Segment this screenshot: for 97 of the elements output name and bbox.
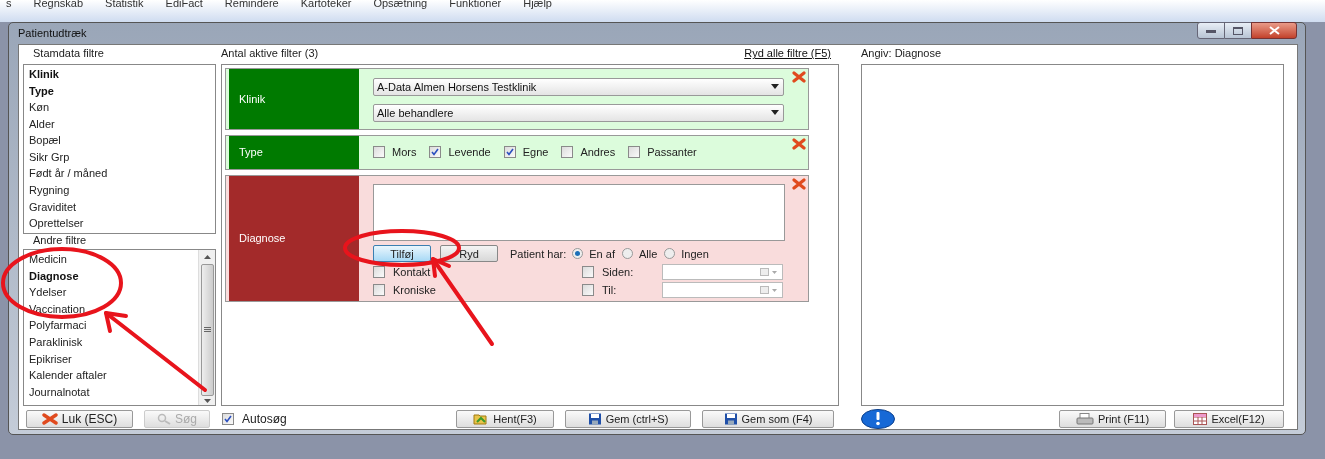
checkbox-label: Passanter (647, 145, 697, 161)
menu-item[interactable]: Statistik (105, 0, 144, 9)
list-item[interactable]: Køn (29, 99, 50, 116)
caret-icon (771, 110, 779, 116)
radio-label: Alle (638, 246, 658, 262)
toolbar-button[interactable]: Gem (ctrl+S) (565, 410, 691, 429)
close-button[interactable]: Luk (ESC) (26, 410, 133, 429)
list-item[interactable]: Type (29, 82, 54, 100)
checkbox[interactable] (373, 265, 385, 278)
menu-item[interactable]: Funktioner (449, 0, 502, 9)
filter-label: Type (229, 135, 359, 169)
list-item[interactable]: Ydelser (29, 284, 67, 301)
field-label: Patient har: (510, 246, 567, 262)
dropdown[interactable]: A-Data Almen Horsens Testklinik (373, 77, 784, 96)
delete-icon[interactable] (792, 137, 806, 150)
active-filter-count: Antal aktive filter (3) (221, 46, 319, 62)
section-label: Andre filtre (33, 233, 87, 249)
list-item[interactable]: Født år / måned (29, 165, 108, 183)
dropdown[interactable]: Alle behandlere (373, 103, 784, 122)
list-item[interactable]: Oprettelser (29, 215, 84, 232)
calendar-dropdown-icon (760, 267, 778, 276)
toolbar-button[interactable]: Gem som (F4) (702, 410, 834, 429)
checkbox-label: Til: (602, 282, 617, 298)
checkbox-label: Egne (522, 145, 549, 161)
maximize-icon (1233, 26, 1243, 35)
list-item[interactable]: Graviditet (29, 198, 77, 216)
menu-item[interactable]: EdiFact (165, 0, 203, 9)
checkbox[interactable] (373, 146, 385, 159)
radio-button[interactable] (621, 248, 633, 260)
caret-icon (771, 84, 779, 90)
spreadsheet-icon (1193, 413, 1208, 425)
close-button[interactable] (1251, 22, 1297, 39)
date-field[interactable] (662, 263, 783, 280)
menu-item[interactable]: Opsætning (373, 0, 428, 9)
radio-label: Ingen (681, 246, 709, 262)
calendar-dropdown-icon (760, 285, 778, 294)
checkbox[interactable] (222, 413, 234, 426)
checkbox-label: Andres (580, 145, 616, 161)
delete-icon[interactable] (792, 177, 806, 190)
list-item[interactable]: Rygning (29, 182, 70, 199)
printer-icon (1075, 413, 1094, 425)
list-item[interactable]: Paraklinisk (29, 333, 83, 351)
diagnosis-input-field[interactable] (373, 183, 785, 241)
close-icon (1268, 26, 1280, 35)
window-title: Patientudtræk (18, 26, 87, 42)
list-item[interactable]: Polyfarmaci (29, 317, 87, 334)
menu-item[interactable]: Hjælp (523, 0, 552, 9)
info-icon[interactable] (861, 409, 895, 429)
checkbox[interactable] (582, 283, 594, 296)
scrollbar[interactable] (198, 249, 215, 406)
search-icon (157, 413, 171, 426)
radio-button[interactable] (572, 248, 584, 260)
list-item[interactable]: Journalnotat (29, 383, 90, 401)
checkbox[interactable] (561, 146, 574, 159)
grip-icon (203, 327, 211, 333)
radio-label: En af (589, 246, 615, 262)
list-item[interactable]: Bopæl (29, 132, 61, 149)
date-field[interactable] (662, 281, 783, 298)
folder-icon (473, 413, 490, 426)
delete-icon[interactable] (792, 70, 806, 83)
checkbox-label: Siden: (602, 264, 634, 280)
checkbox-label: Kontakt (393, 264, 431, 280)
minimize-button[interactable] (1197, 22, 1225, 39)
checkbox-label: Autosøg (242, 411, 287, 429)
checkbox-label: Mors (392, 145, 417, 161)
checkbox[interactable] (582, 265, 594, 278)
maximize-button[interactable] (1225, 22, 1251, 39)
section-label: Stamdata filtre (33, 46, 104, 62)
checkbox-label: Levende (448, 145, 491, 161)
toolbar-button[interactable]: Print (F11) (1059, 410, 1166, 428)
panel-title: Angiv: Diagnose (861, 46, 942, 62)
list-item[interactable]: Diagnose (29, 267, 79, 285)
list-item[interactable]: Kalender aftaler (29, 367, 107, 384)
checkbox[interactable] (429, 146, 442, 159)
list-item[interactable]: Medicin (29, 250, 67, 268)
list-item[interactable]: Alder (29, 115, 55, 133)
filter-label: Diagnose (229, 175, 359, 301)
checkbox[interactable] (628, 146, 641, 159)
checkbox[interactable] (503, 146, 516, 159)
close-icon (41, 413, 58, 426)
list-item[interactable]: Klinik (29, 65, 59, 83)
menu-item[interactable]: Kartoteker (300, 0, 352, 9)
radio-button[interactable] (664, 248, 676, 260)
list-item[interactable]: Epikriser (29, 350, 72, 368)
menu-item[interactable]: Remindere (224, 0, 279, 9)
filter-label: Klinik (229, 68, 359, 129)
toolbar-button[interactable]: Excel(F12) (1174, 410, 1284, 428)
button[interactable]: Tilføj (373, 245, 431, 263)
clear-all-filters-link[interactable]: Ryd alle filtre (F5) (744, 45, 831, 62)
list-item[interactable]: Sikr Grp (29, 148, 70, 166)
checkbox-label: Kroniske (393, 282, 436, 298)
menu-item[interactable]: Regnskab (33, 0, 84, 9)
checkbox[interactable] (373, 283, 385, 296)
menu-item[interactable]: s (6, 0, 12, 9)
toolbar-button[interactable]: Hent(F3) (456, 410, 554, 429)
list-item[interactable]: Vaccination (29, 300, 86, 318)
minimize-icon (1206, 28, 1216, 33)
